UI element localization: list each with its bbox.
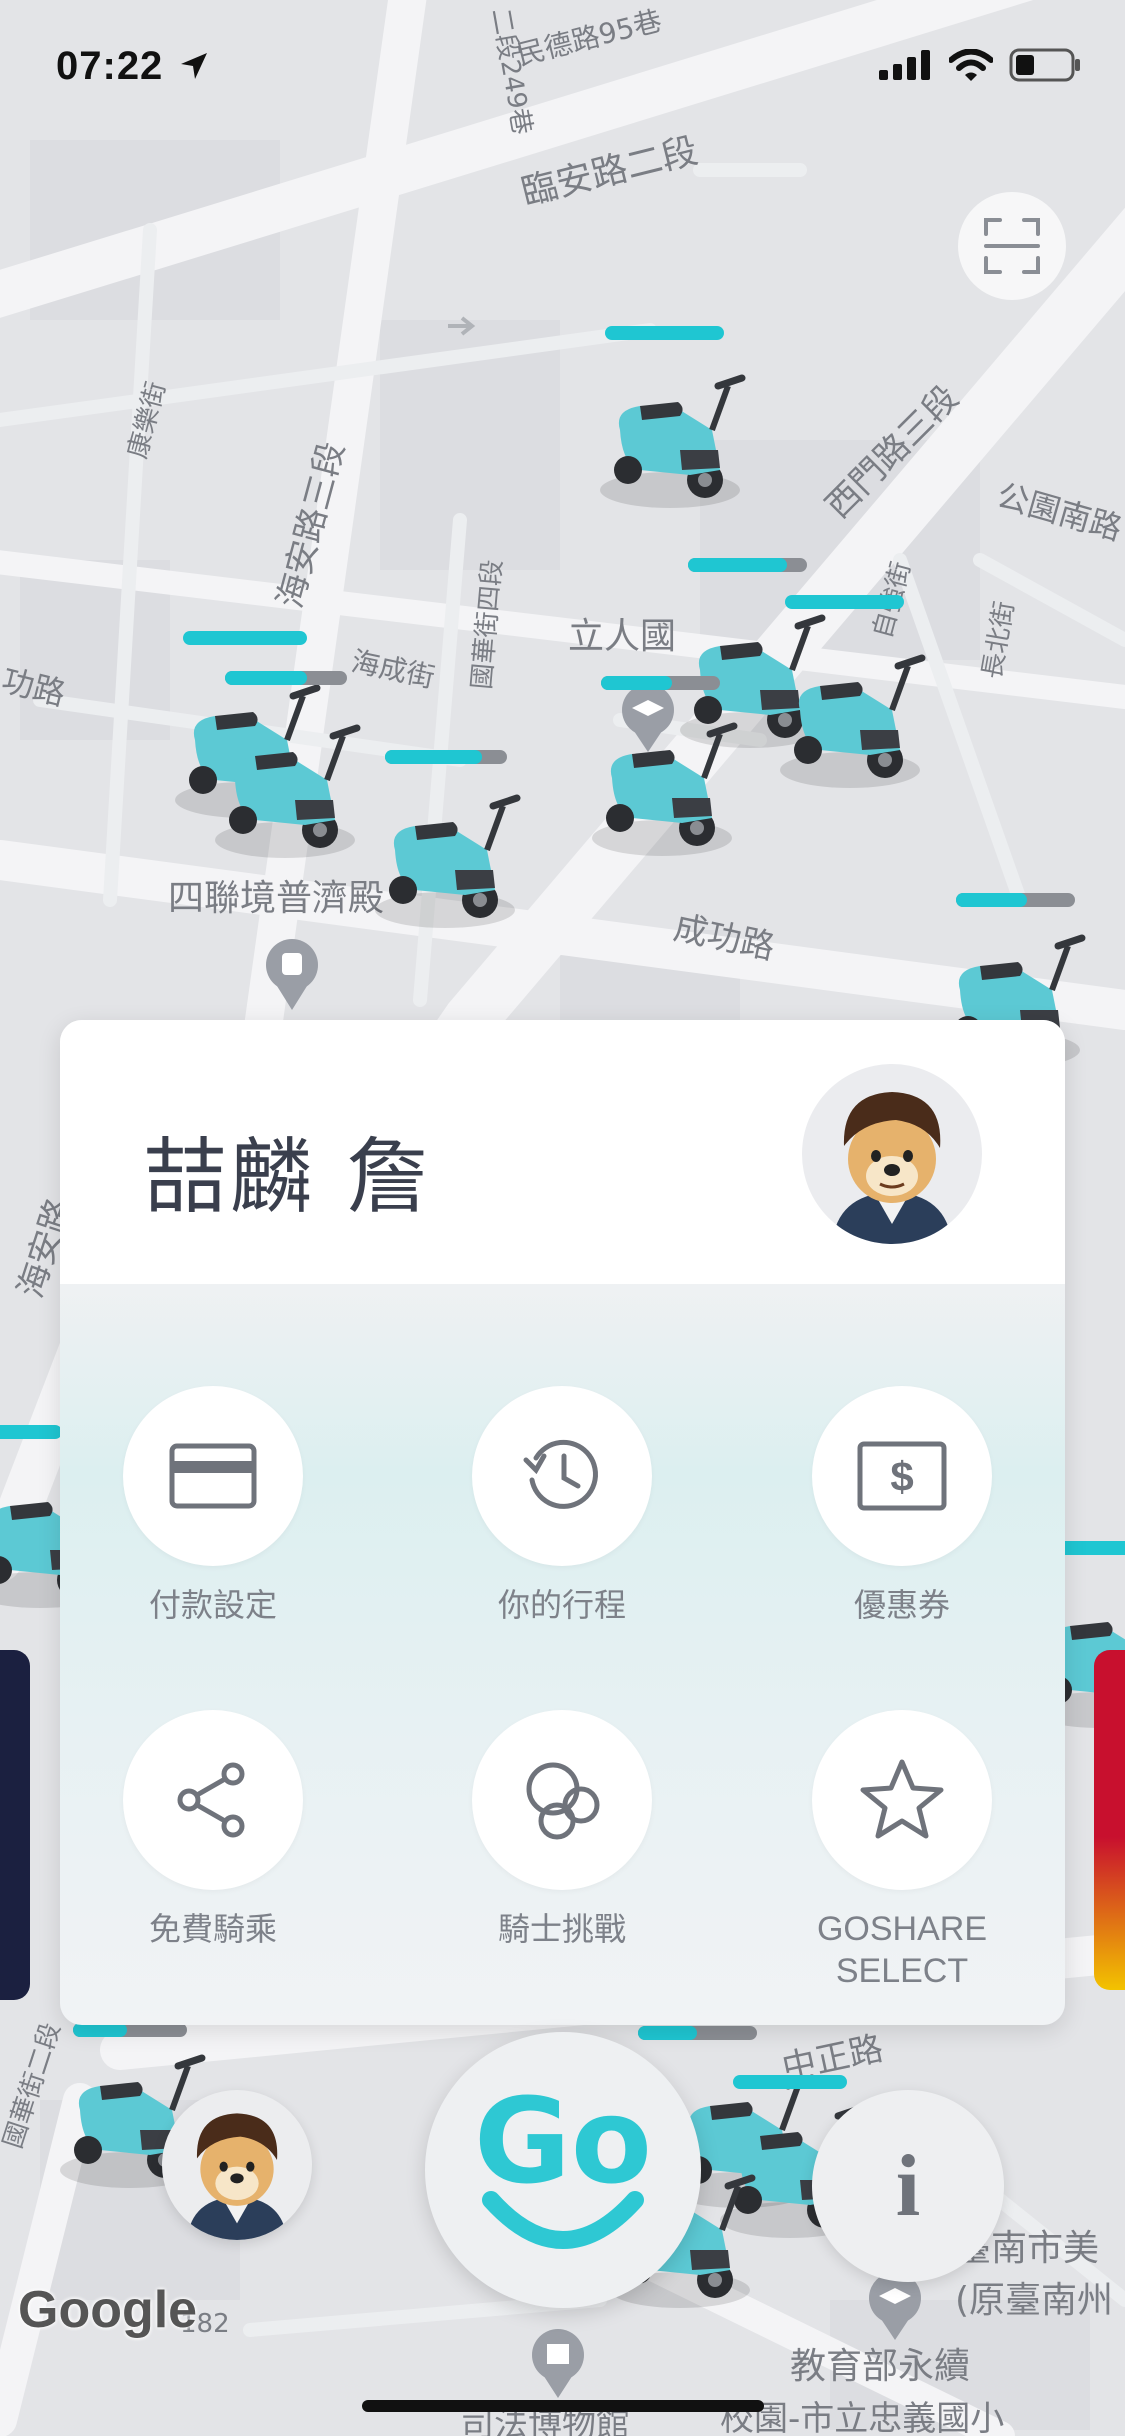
menu-circle[interactable]: [123, 1710, 303, 1890]
menu-circle[interactable]: [472, 1710, 652, 1890]
menu-circle[interactable]: [123, 1386, 303, 1566]
menu-label: 你的行程: [497, 1586, 626, 1624]
star-icon: [860, 1759, 944, 1839]
avatar-dog-face-icon: [187, 2113, 287, 2240]
profile-header: 喆麟 詹: [60, 1020, 1065, 1284]
menu-label: GOSHARE SELECT: [772, 1908, 1032, 1992]
credit-card-icon: [169, 1443, 257, 1509]
menu-label: 免費騎乘: [148, 1910, 277, 1948]
go-logo-icon: Go: [474, 2072, 652, 2249]
location-arrow-icon: [181, 53, 208, 79]
menu-label: 付款設定: [148, 1586, 277, 1624]
menu-label: 騎士挑戰: [497, 1910, 626, 1948]
avatar-dog-face-icon: [832, 1092, 952, 1244]
menu-your-trips[interactable]: 你的行程: [432, 1386, 692, 1626]
map-label-place: 教育部永續: [790, 2346, 970, 2387]
battery-icon: [1009, 48, 1080, 82]
menu-label: 優惠券: [853, 1586, 950, 1624]
go-button[interactable]: Go: [425, 2032, 701, 2308]
menu-free-ride[interactable]: 免費騎乘: [83, 1710, 343, 1950]
map-label-place: (原臺南州: [955, 2280, 1113, 2321]
menu-goshare-select[interactable]: GOSHARE SELECT: [772, 1710, 1032, 1992]
scan-icon: [984, 218, 1040, 274]
menu-rider-challenge[interactable]: 騎士挑戰: [432, 1710, 692, 1950]
side-banner-right[interactable]: [1094, 1650, 1125, 1990]
svg-text:$: $: [890, 1453, 913, 1500]
menu-label-line: SELECT: [835, 1952, 969, 1990]
menu-payment-settings[interactable]: 付款設定: [83, 1386, 343, 1626]
menu-circle[interactable]: [472, 1386, 652, 1566]
map-label-place: 四聯境普濟殿: [168, 878, 384, 919]
status-time: 07:22: [56, 44, 209, 89]
scan-button[interactable]: [958, 192, 1066, 300]
bubbles-icon: [526, 1762, 600, 1840]
signal-icon: [879, 50, 930, 80]
go-text: Go: [474, 2072, 652, 2210]
wifi-icon: [949, 49, 993, 81]
menu-circle[interactable]: [812, 1710, 992, 1890]
side-banner-left[interactable]: [0, 1650, 30, 2000]
map-label-place: 立人國: [568, 616, 676, 657]
time-text: 07:22: [56, 44, 164, 88]
menu-label-line: GOSHARE: [816, 1910, 988, 1948]
share-icon: [177, 1762, 245, 1838]
info-text: i: [895, 2137, 921, 2235]
menu-coupons[interactable]: $ 優惠券: [772, 1386, 1032, 1626]
user-name: 喆麟 詹: [144, 1130, 433, 1225]
coupon-icon: $: [857, 1441, 947, 1511]
history-icon: [523, 1439, 598, 1509]
status-icons: [879, 48, 1081, 82]
bottom-avatar-button[interactable]: [162, 2090, 312, 2240]
profile-menu-card: 喆麟 詹 付款設定 你的行程 $ 優惠券 免費騎乘 騎士挑戰 GOSHARE S…: [60, 1020, 1065, 2025]
info-button[interactable]: i: [812, 2090, 1004, 2282]
google-attribution[interactable]: Google: [18, 2280, 197, 2340]
menu-circle[interactable]: $: [812, 1386, 992, 1566]
profile-avatar[interactable]: [802, 1064, 982, 1244]
home-indicator[interactable]: [362, 2400, 764, 2412]
